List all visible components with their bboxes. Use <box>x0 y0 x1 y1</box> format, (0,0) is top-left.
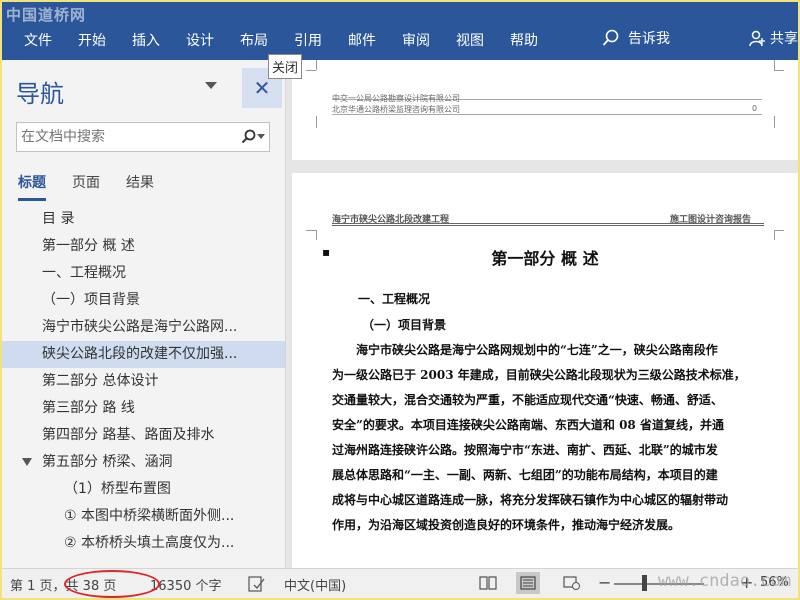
word-count[interactable]: 16350 个字 <box>150 575 222 594</box>
heading-item[interactable]: 第二部分 总体设计 <box>2 368 285 395</box>
menu-mailings[interactable]: 邮件 <box>338 30 386 50</box>
header-rule <box>332 225 764 226</box>
footer-page-number: 0 <box>752 104 758 113</box>
menu-design[interactable]: 设计 <box>176 30 224 50</box>
menu-layout[interactable]: 布局 <box>230 30 278 50</box>
print-layout-button[interactable] <box>516 572 540 594</box>
zoom-slider-thumb[interactable] <box>642 575 647 591</box>
collapse-arrow-icon[interactable] <box>22 458 32 466</box>
navigation-pane: 导航 ✕ 标题 页面 结果 目 录 第一部分 概 述 一、工程概况 （一）项目背… <box>2 60 286 568</box>
heading-item[interactable]: 海宁市硖尖公路是海宁公路网... <box>2 314 285 341</box>
body-line: 交通量较大，混合交通较为严重，不能适应现代交通“快速、畅通、舒适、 <box>332 393 723 407</box>
menu-help[interactable]: 帮助 <box>500 30 548 50</box>
menu-review[interactable]: 审阅 <box>392 30 440 50</box>
menu-references[interactable]: 引用 <box>284 30 332 50</box>
body-line: 成将与中心城区道路连成一脉，将充分发挥硖石镇作为中心城区的辐射带动 <box>332 493 729 507</box>
person-add-icon <box>749 30 765 47</box>
close-icon: ✕ <box>253 76 271 100</box>
page-1-bottom: 中交一公局公路勘察设计院有限公司 北京华通公路桥梁监理咨询有限公司 0 <box>292 60 798 160</box>
nav-search-input[interactable] <box>21 129 227 145</box>
document-area[interactable]: 中交一公局公路勘察设计院有限公司 北京华通公路桥梁监理咨询有限公司 0 海宁市硖… <box>292 60 798 568</box>
search-icon <box>241 129 256 144</box>
crop-mark <box>774 70 784 71</box>
crop-mark <box>774 230 784 231</box>
menu-home[interactable]: 开始 <box>68 30 116 50</box>
language-indicator[interactable]: 中文(中国) <box>284 575 346 594</box>
tab-results[interactable]: 结果 <box>126 172 154 201</box>
footer-rule <box>332 114 762 115</box>
share-label: 共享 <box>770 31 798 47</box>
body-text: 海宁市硖尖公路是海宁公路网规划中的“七连”之一，硖尖公路南段作 为一级公路已于 … <box>332 338 764 538</box>
heading-item[interactable]: （一）项目背景 <box>2 287 285 314</box>
menu-insert[interactable]: 插入 <box>122 30 170 50</box>
section-heading: 一、工程概况 <box>358 292 431 306</box>
crop-mark <box>306 70 316 71</box>
nav-tabs: 标题 页面 结果 <box>18 172 180 201</box>
read-mode-button[interactable] <box>476 572 500 594</box>
close-tooltip: 关闭 <box>268 54 303 79</box>
menu-file[interactable]: 文件 <box>14 30 62 50</box>
share-button[interactable]: 共享 <box>748 28 798 48</box>
heading-item[interactable]: ② 本桥桥头填土高度仅为... <box>2 530 285 557</box>
footer-company-1: 中交一公局公路勘察设计院有限公司 <box>332 94 460 103</box>
tab-pages[interactable]: 页面 <box>72 172 100 201</box>
search-dropdown[interactable] <box>241 129 265 145</box>
heading-item-expanded[interactable]: 第五部分 桥梁、涵洞 <box>2 449 285 476</box>
body-line: 作用，为沿海区域投资创造良好的环境条件，推动海宁经济发展。 <box>332 518 681 532</box>
proofing-icon[interactable] <box>248 576 266 592</box>
web-layout-icon <box>563 576 580 590</box>
page-layout-icon <box>520 576 536 590</box>
site-watermark-bottom: www.cndao.com <box>658 571 792 591</box>
menu-bar: 文件 开始 插入 设计 布局 引用 邮件 审阅 视图 帮助 <box>2 26 554 54</box>
heading-item[interactable]: 目 录 <box>2 206 285 233</box>
nav-pane-title: 导航 <box>16 80 64 108</box>
crop-mark <box>316 230 317 240</box>
crop-mark <box>306 230 316 231</box>
body-line: 展总体思路和“一主、一副、两新、七组团”的功能布局结构，本项目的建 <box>332 468 718 482</box>
body-line: 海宁市硖尖公路是海宁公路网规划中的“七连”之一，硖尖公路南段作 <box>356 343 718 357</box>
heading-label: 第五部分 桥梁、涵洞 <box>42 454 173 470</box>
ribbon: 中国道桥网 文件 开始 插入 设计 布局 引用 邮件 审阅 视图 帮助 告诉我 … <box>2 2 798 60</box>
tell-me-box[interactable]: 告诉我 <box>602 28 670 48</box>
chevron-down-icon <box>257 134 265 139</box>
zoom-out-button[interactable]: − <box>598 573 611 592</box>
heading-item[interactable]: 第四部分 路基、路面及排水 <box>2 422 285 449</box>
tab-headings[interactable]: 标题 <box>18 172 46 201</box>
header-rule <box>332 223 764 224</box>
heading-item[interactable]: 一、工程概况 <box>2 260 285 287</box>
highlight-annotation <box>64 570 160 598</box>
nav-search-box <box>16 122 270 152</box>
heading-item[interactable]: 第一部分 概 述 <box>2 233 285 260</box>
body-line: 为一级公路已于 2003 年建成，目前硖尖公路北段现状为三级公路技术标准， <box>332 368 746 382</box>
menu-view[interactable]: 视图 <box>446 30 494 50</box>
document-title: 第一部分 概 述 <box>491 249 599 268</box>
crop-mark <box>774 60 775 70</box>
nav-options-dropdown-icon[interactable] <box>205 82 217 89</box>
lightbulb-search-icon <box>602 29 619 46</box>
tell-me-label: 告诉我 <box>628 31 670 47</box>
crop-mark <box>316 60 317 70</box>
crop-mark <box>774 116 775 128</box>
crop-mark <box>774 230 775 240</box>
heading-item[interactable]: ① 本图中桥梁横断面外侧... <box>2 503 285 530</box>
web-layout-button[interactable] <box>560 572 584 594</box>
heading-item-selected[interactable]: 硖尖公路北段的改建不仅加强... <box>2 341 285 368</box>
heading-list: 目 录 第一部分 概 述 一、工程概况 （一）项目背景 海宁市硖尖公路是海宁公路… <box>2 206 285 557</box>
crop-mark <box>316 116 317 128</box>
subsection-heading: （一）项目背景 <box>362 318 447 332</box>
body-line: 安全”的要求。本项目连接硖尖公路南端、东西大道和 08 省道复线，并通 <box>332 418 724 432</box>
heading-item[interactable]: 第三部分 路 线 <box>2 395 285 422</box>
body-line: 过海州路连接硖许公路。按照海宁市“东进、南扩、西延、北联”的城市发 <box>332 443 718 457</box>
heading-item[interactable]: （1）桥型布置图 <box>2 476 285 503</box>
book-icon <box>479 576 497 590</box>
site-watermark: 中国道桥网 <box>6 6 87 24</box>
